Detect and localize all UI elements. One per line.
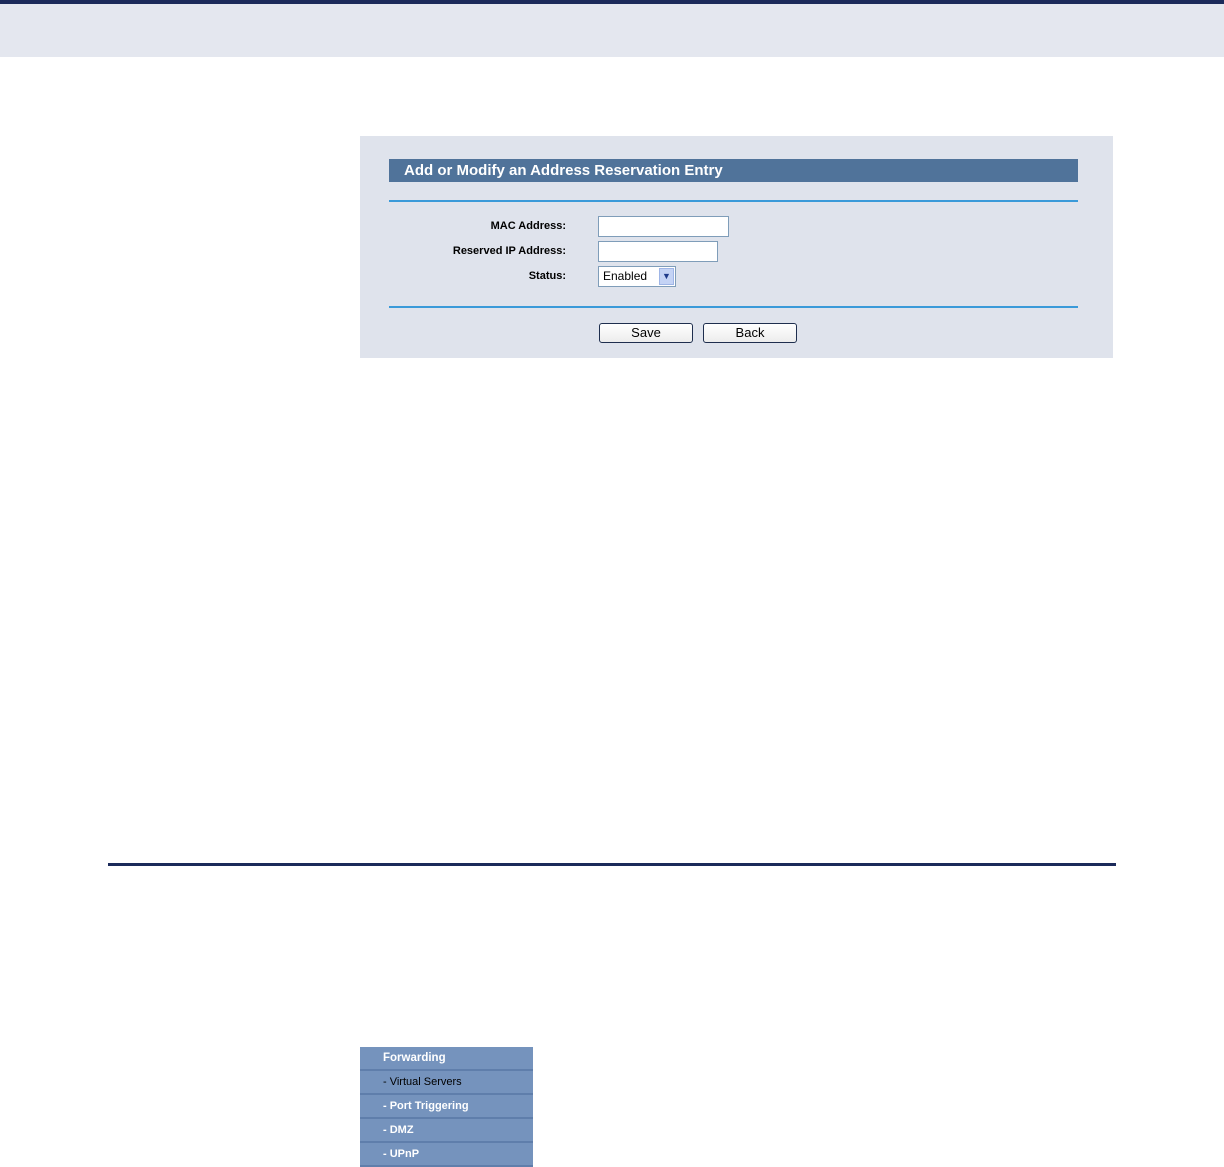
- panel-title: Add or Modify an Address Reservation Ent…: [389, 159, 1078, 182]
- forwarding-menu: Forwarding - Virtual Servers - Port Trig…: [360, 1047, 533, 1167]
- status-select[interactable]: Enabled ▼: [598, 266, 676, 287]
- reserved-ip-label: Reserved IP Address:: [452, 245, 566, 257]
- menu-header-forwarding[interactable]: Forwarding: [360, 1047, 533, 1071]
- back-button[interactable]: Back: [703, 323, 797, 343]
- save-button[interactable]: Save: [599, 323, 693, 343]
- status-selected-value: Enabled: [603, 269, 648, 283]
- menu-item-virtual-servers[interactable]: - Virtual Servers: [360, 1071, 533, 1095]
- divider-top: [389, 200, 1078, 202]
- menu-item-upnp[interactable]: - UPnP: [360, 1143, 533, 1167]
- chevron-down-icon[interactable]: ▼: [659, 268, 674, 285]
- mac-address-label: MAC Address:: [490, 220, 566, 232]
- page-header-band: [0, 0, 1224, 57]
- divider-bottom: [389, 306, 1078, 308]
- menu-item-port-triggering[interactable]: - Port Triggering: [360, 1095, 533, 1119]
- menu-item-dmz[interactable]: - DMZ: [360, 1119, 533, 1143]
- reserved-ip-input[interactable]: [598, 241, 718, 262]
- mac-address-input[interactable]: [598, 216, 729, 237]
- status-label: Status:: [528, 270, 566, 282]
- address-reservation-panel: Add or Modify an Address Reservation Ent…: [360, 136, 1113, 358]
- section-divider: [108, 863, 1116, 866]
